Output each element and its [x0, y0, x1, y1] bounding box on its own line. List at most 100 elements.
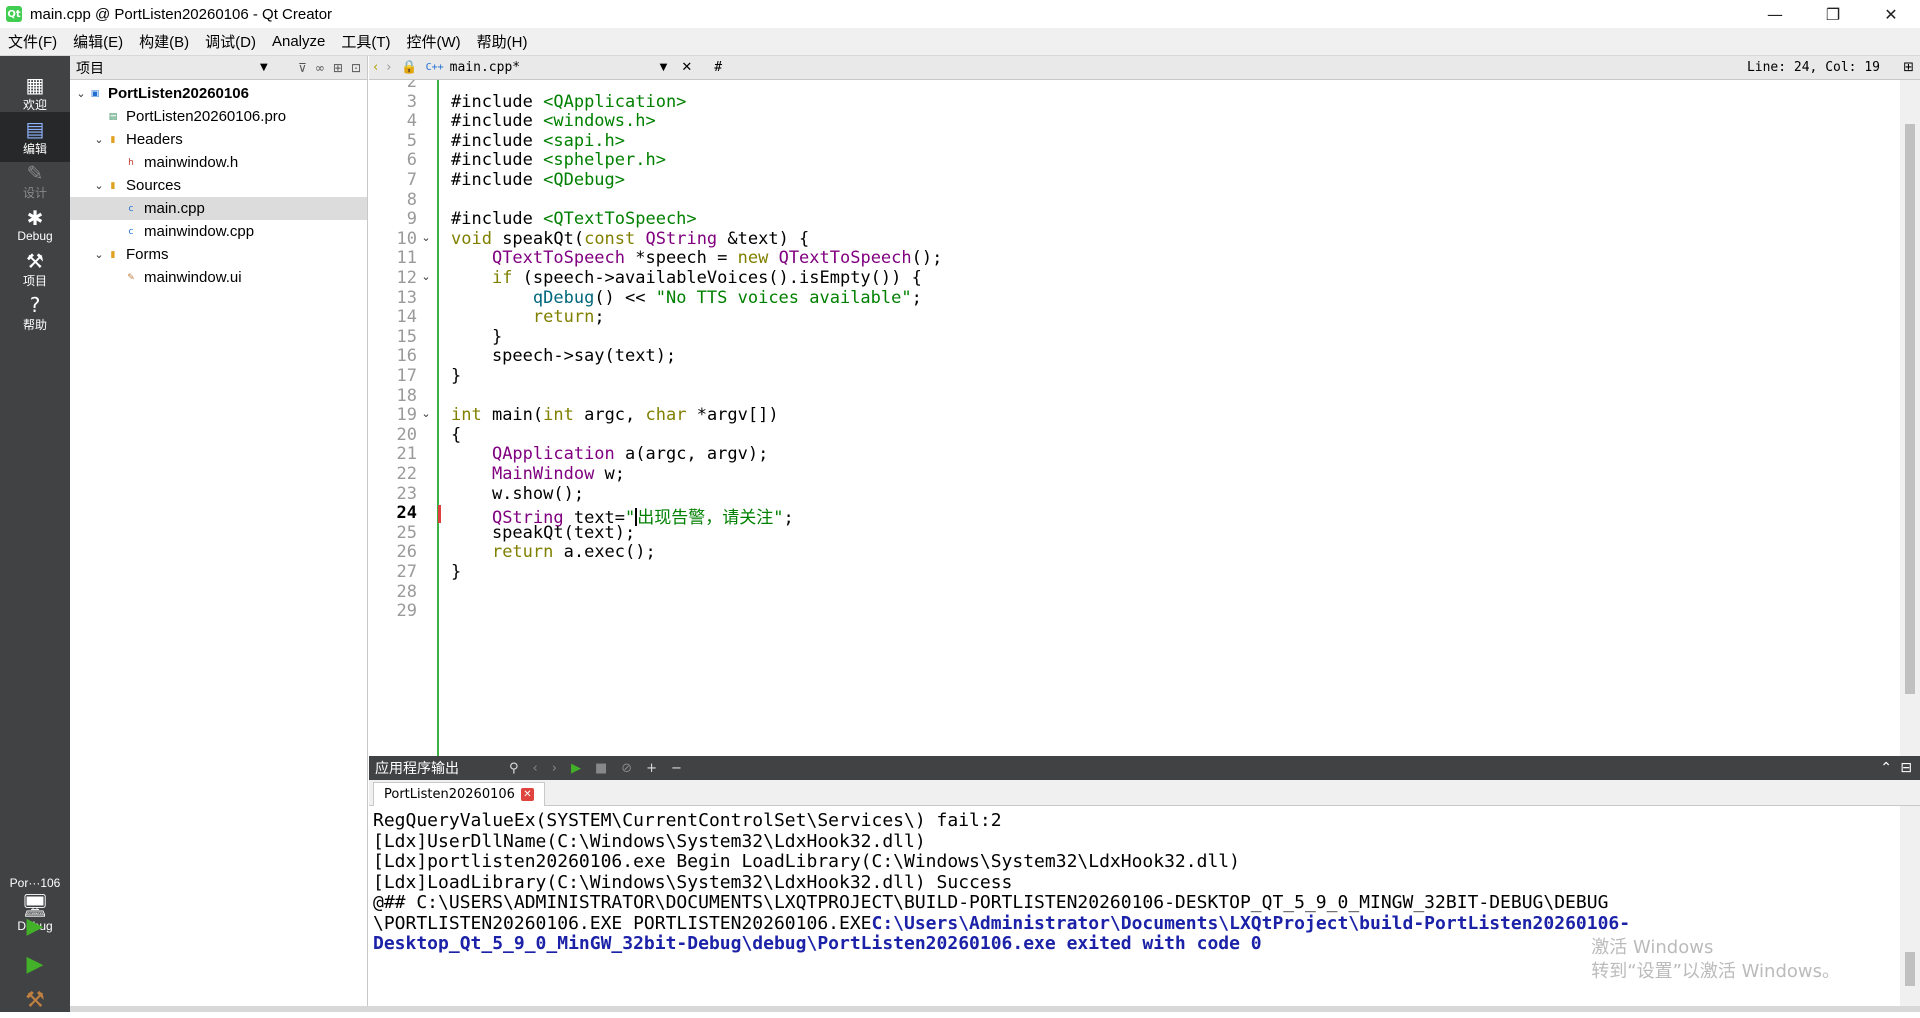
output-scrollbar[interactable]: [1900, 806, 1920, 1006]
mode-edit[interactable]: ▤ 编辑: [0, 112, 70, 162]
zoom-out-icon[interactable]: −: [671, 761, 682, 776]
code-line[interactable]: w.show();: [451, 484, 584, 504]
chevron-down-icon[interactable]: ⌄: [92, 179, 106, 192]
symbol-selector[interactable]: #: [714, 60, 722, 75]
fold-toggle-icon[interactable]: ⌄: [419, 231, 433, 244]
menu-file[interactable]: 文件(F): [0, 31, 65, 52]
grid-icon: ▦: [25, 72, 45, 97]
code-line[interactable]: }: [451, 366, 461, 386]
code-line[interactable]: MainWindow w;: [451, 464, 625, 484]
tree-item[interactable]: ⌄ ▮ Forms: [70, 243, 367, 266]
tree-item[interactable]: c main.cpp: [70, 197, 367, 220]
code-token: *argv[]): [686, 405, 779, 426]
code-area[interactable]: #include <QApplication> #include <windows…: [451, 80, 1896, 756]
code-line[interactable]: void speakQt(const QString &text) {: [451, 229, 809, 249]
mode-projects[interactable]: ⚒ 项目: [0, 244, 70, 294]
split-icon[interactable]: ⊞: [333, 61, 343, 75]
output-line: [Ldx]LoadLibrary(C:\Windows\System32\Ldx…: [373, 872, 1012, 893]
stop-icon[interactable]: ■: [595, 761, 607, 776]
tree-item[interactable]: ▤ PortListen20260106.pro: [70, 105, 367, 128]
close-document-icon[interactable]: ✕: [681, 60, 692, 75]
editor-scrollbar-thumb[interactable]: [1905, 124, 1915, 694]
attach-icon[interactable]: ⚲: [509, 761, 519, 776]
close-pane-icon[interactable]: ⊡: [351, 61, 361, 75]
back-icon[interactable]: ‹: [373, 60, 378, 75]
tree-item[interactable]: ⌄ ▣ PortListen20260106: [70, 82, 367, 105]
maximize-pane-icon[interactable]: ⌃: [1880, 760, 1892, 776]
code-editor[interactable]: 2 3 4 5 6 7 8 9 10 11 12 13 14 15 16 17 18 19 20 21 22 23 24 25…: [369, 80, 1920, 756]
tree-item[interactable]: c mainwindow.cpp: [70, 220, 367, 243]
fold-toggle-icon[interactable]: ⌄: [419, 407, 433, 420]
cursor-position[interactable]: Line: 24, Col: 19: [1747, 60, 1880, 75]
build-button[interactable]: ⚒: [0, 982, 70, 1018]
code-line[interactable]: {: [451, 425, 461, 445]
chevron-down-icon[interactable]: ⌄: [74, 87, 88, 100]
menu-edit[interactable]: 编辑(E): [65, 31, 131, 52]
debug-run-button[interactable]: ▶: [0, 946, 70, 982]
code-line[interactable]: QApplication a(argc, argv);: [451, 444, 768, 464]
code-token: char: [645, 405, 687, 426]
code-line[interactable]: speech->say(text);: [451, 346, 676, 366]
code-line[interactable]: int main(int argc, char *argv[]): [451, 405, 779, 425]
rerun-icon[interactable]: ▶: [571, 761, 581, 776]
mode-help[interactable]: ? 帮助: [0, 288, 70, 338]
output-scrollbar-thumb[interactable]: [1905, 952, 1915, 986]
code-line[interactable]: #include <sphelper.h>: [451, 150, 666, 170]
editor-scrollbar[interactable]: [1900, 80, 1920, 756]
mode-debug[interactable]: ✱ Debug: [0, 200, 70, 250]
fold-toggle-icon[interactable]: ⌄: [419, 270, 433, 283]
code-line[interactable]: #include <QDebug>: [451, 170, 625, 190]
code-token: ;: [594, 307, 605, 328]
chevron-down-icon[interactable]: ▼: [260, 62, 268, 73]
chevron-down-icon[interactable]: ▼: [660, 62, 668, 73]
tree-item[interactable]: h mainwindow.h: [70, 151, 367, 174]
run-button[interactable]: ▶: [0, 908, 70, 944]
code-line[interactable]: return a.exec();: [451, 542, 656, 562]
code-token: <sapi.h>: [543, 130, 626, 151]
output-tab[interactable]: PortListen20260106 ✕: [373, 782, 545, 806]
code-line[interactable]: #include <QApplication>: [451, 92, 686, 112]
close-window-button[interactable]: ✕: [1862, 0, 1920, 28]
forward-icon[interactable]: ›: [386, 60, 391, 75]
clear-icon[interactable]: ⊘: [621, 761, 632, 776]
code-line[interactable]: #include <QTextToSpeech>: [451, 209, 697, 229]
code-line[interactable]: qDebug() << "No TTS voices available";: [451, 288, 922, 308]
menu-help[interactable]: 帮助(H): [469, 31, 536, 52]
chevron-down-icon[interactable]: ⌄: [92, 248, 106, 261]
code-line[interactable]: if (speech->availableVoices().isEmpty())…: [451, 268, 922, 288]
menu-debug[interactable]: 调试(D): [197, 31, 264, 52]
code-line[interactable]: #include <sapi.h>: [451, 131, 625, 151]
code-line[interactable]: }: [451, 562, 461, 582]
next-icon[interactable]: ›: [552, 761, 557, 776]
code-line[interactable]: #include <windows.h>: [451, 111, 656, 131]
menu-tools[interactable]: 工具(T): [333, 31, 398, 52]
code-line[interactable]: QTextToSpeech *speech = new QTextToSpeec…: [451, 248, 942, 268]
close-tab-icon[interactable]: ✕: [520, 788, 534, 801]
link-icon[interactable]: ∞: [315, 61, 325, 75]
zoom-in-icon[interactable]: +: [646, 761, 657, 776]
document-selector[interactable]: main.cpp*: [450, 60, 660, 75]
restore-button[interactable]: ❐: [1804, 0, 1862, 28]
application-output[interactable]: RegQueryValueEx(SYSTEM\CurrentControlSet…: [369, 806, 1920, 1006]
menu-controls[interactable]: 控件(W): [399, 31, 469, 52]
tree-item[interactable]: ⌄ ▮ Sources: [70, 174, 367, 197]
output-line: [Ldx]UserDllName(C:\Windows\System32\Ldx…: [373, 831, 926, 852]
minimize-button[interactable]: —: [1746, 0, 1804, 28]
mode-welcome[interactable]: ▦ 欢迎: [0, 68, 70, 118]
menu-analyze[interactable]: Analyze: [264, 33, 333, 50]
code-line[interactable]: return;: [451, 307, 605, 327]
close-pane-icon[interactable]: ⊟: [1900, 760, 1912, 776]
split-editor-icon[interactable]: ⊞: [1903, 60, 1914, 75]
project-pane-title[interactable]: 项目: [76, 58, 104, 78]
filter-icon[interactable]: ⊽: [298, 61, 307, 75]
tree-item[interactable]: ✎ mainwindow.ui: [70, 266, 367, 289]
chevron-down-icon[interactable]: ⌄: [92, 133, 106, 146]
menu-build[interactable]: 构建(B): [131, 31, 197, 52]
tree-item[interactable]: ⌄ ▮ Headers: [70, 128, 367, 151]
previous-icon[interactable]: ‹: [533, 761, 538, 776]
code-line[interactable]: speakQt(text);: [451, 523, 635, 543]
code-line[interactable]: }: [451, 327, 502, 347]
